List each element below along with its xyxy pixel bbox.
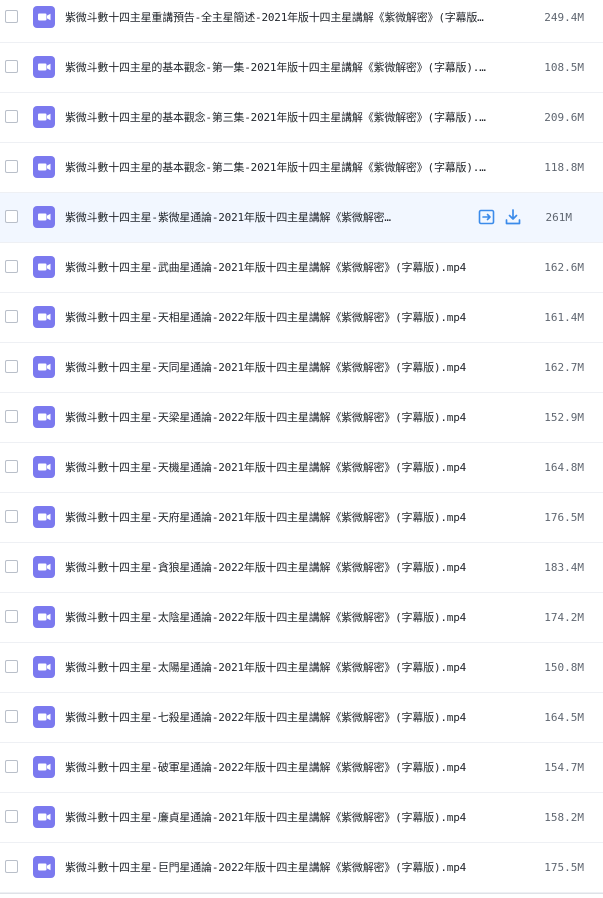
row-checkbox[interactable] xyxy=(5,360,18,373)
video-file-icon xyxy=(33,256,55,278)
file-row[interactable]: 紫微斗數十四主星-天機星通論-2021年版十四主星講解《紫微解密》(字幕版).m… xyxy=(0,443,603,493)
row-checkbox[interactable] xyxy=(5,10,18,23)
file-name[interactable]: 紫微斗數十四主星-巨門星通論-2022年版十四主星講解《紫微解密》(字幕版).m… xyxy=(65,843,530,892)
file-size: 158.2M xyxy=(544,811,584,824)
file-size: 161.4M xyxy=(544,311,584,324)
video-file-icon xyxy=(33,656,55,678)
file-row[interactable]: 紫微斗數十四主星的基本觀念-第一集-2021年版十四主星講解《紫微解密》(字幕版… xyxy=(0,43,603,93)
file-row[interactable]: 紫微斗數十四主星重講預告-全主星簡述-2021年版十四主星講解《紫微解密》(字幕… xyxy=(0,0,603,43)
file-name[interactable]: 紫微斗數十四主星的基本觀念-第一集-2021年版十四主星講解《紫微解密》(字幕版… xyxy=(65,43,530,92)
video-file-icon xyxy=(33,456,55,478)
file-name[interactable]: 紫微斗數十四主星的基本觀念-第三集-2021年版十四主星講解《紫微解密》(字幕版… xyxy=(65,93,530,142)
file-name[interactable]: 紫微斗數十四主星-天梁星通論-2022年版十四主星講解《紫微解密》(字幕版).m… xyxy=(65,393,530,442)
file-name[interactable]: 紫微斗數十四主星-天機星通論-2021年版十四主星講解《紫微解密》(字幕版).m… xyxy=(65,443,530,492)
video-file-icon xyxy=(33,156,55,178)
file-size: 175.5M xyxy=(544,861,584,874)
file-name[interactable]: 紫微斗數十四主星-破軍星通論-2022年版十四主星講解《紫微解密》(字幕版).m… xyxy=(65,743,530,792)
row-checkbox[interactable] xyxy=(5,260,18,273)
file-row[interactable]: 紫微斗數十四主星-廉貞星通論-2021年版十四主星講解《紫微解密》(字幕版).m… xyxy=(0,793,603,843)
row-checkbox[interactable] xyxy=(5,810,18,823)
row-checkbox[interactable] xyxy=(5,860,18,873)
video-file-icon xyxy=(33,806,55,828)
file-name[interactable]: 紫微斗數十四主星-武曲星通論-2021年版十四主星講解《紫微解密》(字幕版).m… xyxy=(65,243,530,292)
file-name[interactable]: 紫微斗數十四主星-廉貞星通論-2021年版十四主星講解《紫微解密》(字幕版).m… xyxy=(65,793,530,842)
file-row[interactable]: 紫微斗數十四主星-太陰星通論-2022年版十四主星講解《紫微解密》(字幕版).m… xyxy=(0,593,603,643)
file-name[interactable]: 紫微斗數十四主星-七殺星通論-2022年版十四主星講解《紫微解密》(字幕版).m… xyxy=(65,693,530,742)
file-name[interactable]: 紫微斗數十四主星的基本觀念-第二集-2021年版十四主星講解《紫微解密》(字幕版… xyxy=(65,143,530,192)
file-size: 176.5M xyxy=(544,511,584,524)
file-name[interactable]: 紫微斗數十四主星-太陰星通論-2022年版十四主星講解《紫微解密》(字幕版).m… xyxy=(65,593,530,642)
file-name[interactable]: 紫微斗數十四主星-天相星通論-2022年版十四主星講解《紫微解密》(字幕版).m… xyxy=(65,293,530,342)
row-checkbox[interactable] xyxy=(5,310,18,323)
video-file-icon xyxy=(33,406,55,428)
video-file-icon xyxy=(33,306,55,328)
row-checkbox[interactable] xyxy=(5,110,18,123)
video-file-icon xyxy=(33,356,55,378)
file-size: 183.4M xyxy=(544,561,584,574)
file-name[interactable]: 紫微斗數十四主星-太陽星通論-2021年版十四主星講解《紫微解密》(字幕版).m… xyxy=(65,643,530,692)
share-icon[interactable] xyxy=(478,208,496,226)
row-checkbox[interactable] xyxy=(5,560,18,573)
file-row[interactable]: 紫微斗數十四主星-巨門星通論-2022年版十四主星講解《紫微解密》(字幕版).m… xyxy=(0,843,603,893)
file-size: 164.8M xyxy=(544,461,584,474)
file-size: 118.8M xyxy=(544,161,584,174)
file-size: 154.7M xyxy=(544,761,584,774)
file-row[interactable]: 紫微斗數十四主星-七殺星通論-2022年版十四主星講解《紫微解密》(字幕版).m… xyxy=(0,693,603,743)
row-checkbox[interactable] xyxy=(5,160,18,173)
file-name[interactable]: 紫微斗數十四主星-紫微星通論-2021年版十四主星講解《紫微解密… xyxy=(65,193,420,242)
file-list: 紫微斗數十四主星重講預告-全主星簡述-2021年版十四主星講解《紫微解密》(字幕… xyxy=(0,0,603,898)
file-name[interactable]: 紫微斗數十四主星-天同星通論-2021年版十四主星講解《紫微解密》(字幕版).m… xyxy=(65,343,530,392)
list-bottom-divider xyxy=(0,893,603,894)
file-row[interactable]: 紫微斗數十四主星-天相星通論-2022年版十四主星講解《紫微解密》(字幕版).m… xyxy=(0,293,603,343)
file-size: 174.2M xyxy=(544,611,584,624)
video-file-icon xyxy=(33,856,55,878)
video-file-icon xyxy=(33,606,55,628)
file-row[interactable]: 紫微斗數十四主星的基本觀念-第二集-2021年版十四主星講解《紫微解密》(字幕版… xyxy=(0,143,603,193)
file-size: 108.5M xyxy=(544,61,584,74)
video-file-icon xyxy=(33,206,55,228)
video-file-icon xyxy=(33,756,55,778)
row-checkbox[interactable] xyxy=(5,460,18,473)
file-row[interactable]: 紫微斗數十四主星-天府星通論-2021年版十四主星講解《紫微解密》(字幕版).m… xyxy=(0,493,603,543)
file-row[interactable]: 紫微斗數十四主星-太陽星通論-2021年版十四主星講解《紫微解密》(字幕版).m… xyxy=(0,643,603,693)
file-row[interactable]: 紫微斗數十四主星-天同星通論-2021年版十四主星講解《紫微解密》(字幕版).m… xyxy=(0,343,603,393)
file-size: 150.8M xyxy=(544,661,584,674)
row-checkbox[interactable] xyxy=(5,610,18,623)
file-name[interactable]: 紫微斗數十四主星-天府星通論-2021年版十四主星講解《紫微解密》(字幕版).m… xyxy=(65,493,530,542)
row-checkbox[interactable] xyxy=(5,760,18,773)
file-row[interactable]: 紫微斗數十四主星的基本觀念-第三集-2021年版十四主星講解《紫微解密》(字幕版… xyxy=(0,93,603,143)
video-file-icon xyxy=(33,506,55,528)
video-file-icon xyxy=(33,6,55,28)
file-row[interactable]: 紫微斗數十四主星-貪狼星通論-2022年版十四主星講解《紫微解密》(字幕版).m… xyxy=(0,543,603,593)
download-icon[interactable] xyxy=(504,208,522,226)
row-checkbox[interactable] xyxy=(5,710,18,723)
row-checkbox[interactable] xyxy=(5,410,18,423)
row-checkbox[interactable] xyxy=(5,60,18,73)
file-row[interactable]: 紫微斗數十四主星-破軍星通論-2022年版十四主星講解《紫微解密》(字幕版).m… xyxy=(0,743,603,793)
video-file-icon xyxy=(33,556,55,578)
file-size: 162.7M xyxy=(544,361,584,374)
video-file-icon xyxy=(33,56,55,78)
row-checkbox[interactable] xyxy=(5,660,18,673)
file-size: 249.4M xyxy=(544,11,584,24)
file-row[interactable]: 紫微斗數十四主星-武曲星通論-2021年版十四主星講解《紫微解密》(字幕版).m… xyxy=(0,243,603,293)
video-file-icon xyxy=(33,706,55,728)
file-size: 209.6M xyxy=(544,111,584,124)
file-size: 164.5M xyxy=(544,711,584,724)
file-size: 152.9M xyxy=(544,411,584,424)
file-size: 261M xyxy=(545,211,573,224)
row-checkbox[interactable] xyxy=(5,510,18,523)
row-checkbox[interactable] xyxy=(5,210,18,223)
file-row[interactable]: 紫微斗數十四主星-天梁星通論-2022年版十四主星講解《紫微解密》(字幕版).m… xyxy=(0,393,603,443)
video-file-icon xyxy=(33,106,55,128)
file-size: 162.6M xyxy=(544,261,584,274)
file-name[interactable]: 紫微斗數十四主星-貪狼星通論-2022年版十四主星講解《紫微解密》(字幕版).m… xyxy=(65,543,530,592)
file-row[interactable]: 紫微斗數十四主星-紫微星通論-2021年版十四主星講解《紫微解密… 261M xyxy=(0,193,603,243)
file-name[interactable]: 紫微斗數十四主星重講預告-全主星簡述-2021年版十四主星講解《紫微解密》(字幕… xyxy=(65,0,530,42)
